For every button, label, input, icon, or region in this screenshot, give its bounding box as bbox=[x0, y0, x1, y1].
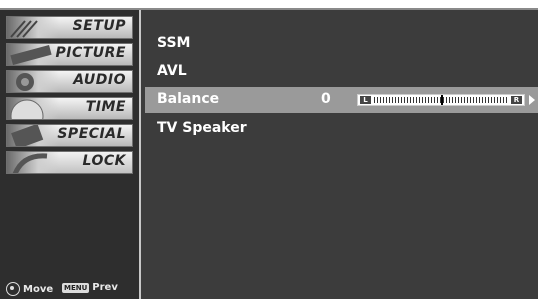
dpad-icon bbox=[6, 282, 20, 296]
move-label: Move bbox=[23, 283, 54, 295]
slider-left-label: L bbox=[360, 96, 371, 104]
menu-key-icon: MENU bbox=[62, 282, 90, 293]
film-strip-icon bbox=[7, 44, 59, 65]
speaker-icon bbox=[7, 71, 59, 92]
row-label: TV Speaker bbox=[157, 120, 247, 136]
satellite-dish-icon bbox=[7, 17, 59, 38]
menu-item-label: TIME bbox=[85, 99, 126, 115]
menu-item-label: SPECIAL bbox=[57, 126, 126, 142]
menu-row-ssm[interactable]: SSM bbox=[145, 31, 538, 57]
menu-item-setup[interactable]: SETUP bbox=[6, 16, 133, 39]
row-label: Balance bbox=[157, 91, 220, 107]
key-legend: Move MENU Prev bbox=[6, 282, 136, 298]
top-border bbox=[0, 0, 538, 10]
prev-label: Prev bbox=[92, 282, 118, 293]
prev-hint: MENU Prev bbox=[62, 282, 118, 293]
special-badge-icon bbox=[7, 125, 59, 146]
menu-row-tv-speaker[interactable]: TV Speaker bbox=[145, 116, 538, 142]
menu-item-picture[interactable]: PICTURE bbox=[6, 43, 133, 66]
menu-item-label: AUDIO bbox=[73, 72, 126, 88]
menu-row-balance[interactable]: Balance 0 L R bbox=[145, 87, 538, 113]
menu-item-special[interactable]: SPECIAL bbox=[6, 124, 133, 147]
clock-icon bbox=[7, 98, 59, 119]
osd-sidebar: SETUP PICTURE AUDIO TIME SPECIAL LOCK Mo… bbox=[0, 10, 141, 299]
menu-row-avl[interactable]: AVL bbox=[145, 59, 538, 85]
menu-item-audio[interactable]: AUDIO bbox=[6, 70, 133, 93]
balance-value: 0 bbox=[321, 91, 331, 107]
lock-icon bbox=[7, 152, 59, 173]
menu-item-lock[interactable]: LOCK bbox=[6, 151, 133, 174]
menu-item-label: PICTURE bbox=[55, 45, 126, 61]
row-label: AVL bbox=[157, 63, 187, 79]
right-arrow-icon bbox=[529, 95, 535, 105]
slider-thumb[interactable] bbox=[441, 95, 443, 105]
menu-item-label: LOCK bbox=[82, 153, 126, 169]
menu-item-label: SETUP bbox=[72, 18, 126, 34]
row-label: SSM bbox=[157, 35, 191, 51]
slider-right-label: R bbox=[511, 96, 522, 104]
balance-slider[interactable]: L R bbox=[357, 94, 525, 106]
menu-item-time[interactable]: TIME bbox=[6, 97, 133, 120]
audio-menu-panel: SSM AVL Balance 0 L R TV Speaker bbox=[141, 10, 538, 299]
move-hint: Move bbox=[6, 282, 53, 296]
